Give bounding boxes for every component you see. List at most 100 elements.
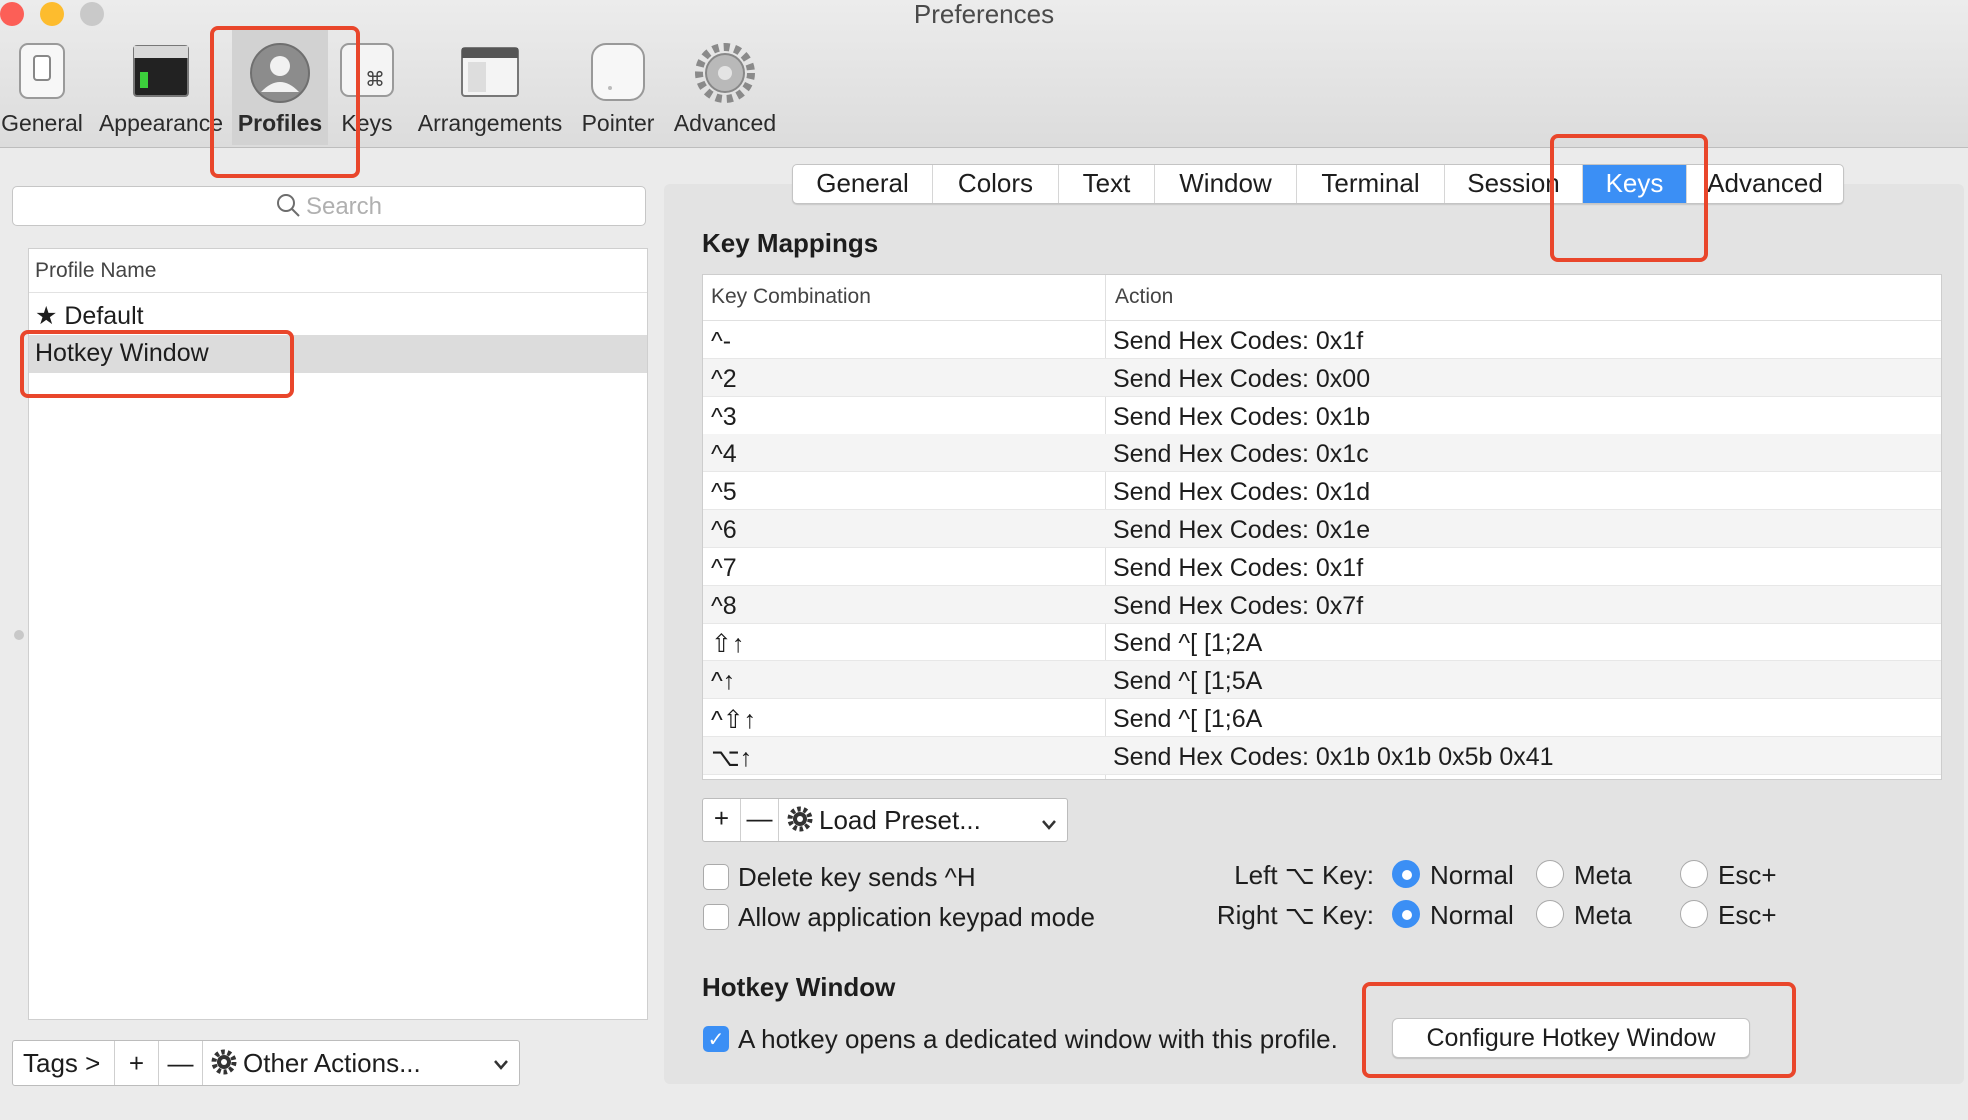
split-view-handle[interactable]: [14, 630, 24, 640]
action-cell: Send Hex Codes: 0x1b 0x1b 0x5b 0x41: [1113, 742, 1554, 771]
highlight-keys-tab: [1550, 134, 1708, 262]
key-combination-cell: ^3: [711, 402, 737, 431]
tab-advanced[interactable]: Advanced: [1687, 165, 1843, 203]
table-row[interactable]: ⇧↑ Send ^[ [1;2A: [703, 623, 1941, 662]
chevron-down-icon: [493, 1051, 509, 1082]
right-option-meta-label: Meta: [1574, 900, 1632, 930]
key-mappings-title: Key Mappings: [702, 228, 879, 258]
toolbar-arrangements[interactable]: Arrangements: [412, 30, 568, 145]
tab-window[interactable]: Window: [1155, 165, 1297, 203]
toolbar-pointer[interactable]: Pointer: [576, 30, 660, 145]
tags-button[interactable]: Tags >: [13, 1041, 115, 1085]
highlight-configure-button: [1362, 982, 1796, 1078]
table-row[interactable]: ^4 Send Hex Codes: 0x1c: [703, 434, 1941, 473]
windows-arrangement-icon: [461, 47, 519, 97]
right-option-normal-label: Normal: [1430, 900, 1514, 930]
load-preset-popup[interactable]: Load Preset...: [779, 799, 1067, 841]
col-key-combination: Key Combination: [711, 285, 871, 308]
search-input[interactable]: Search: [12, 186, 646, 226]
key-mappings-controls: + — Load Preset...: [702, 798, 1068, 842]
action-cell: Send ^[ [1;2A: [1113, 629, 1263, 658]
key-combination-cell: ^8: [711, 591, 737, 620]
toolbar-arrangements-label: Arrangements: [417, 110, 563, 136]
action-cell: Send Hex Codes: 0x1d: [1113, 478, 1371, 507]
action-cell: Send Hex Codes: 0x1e: [1113, 516, 1371, 544]
key-combination-cell: ⌥↑: [711, 743, 753, 772]
table-row[interactable]: ^8 Send Hex Codes: 0x7f: [703, 585, 1941, 624]
key-mappings-header: Key Combination Action: [703, 275, 1941, 321]
tab-general[interactable]: General: [793, 165, 933, 203]
remove-mapping-button[interactable]: —: [741, 799, 779, 841]
key-combination-cell: ^↑: [711, 667, 736, 696]
left-option-normal-radio[interactable]: [1392, 860, 1420, 888]
toolbar-appearance-label: Appearance: [98, 110, 224, 136]
col-action: Action: [1115, 285, 1174, 308]
action-cell: Send ^[ [1;5A: [1113, 667, 1263, 696]
load-preset-label: Load Preset...: [819, 805, 981, 835]
key-combination-cell: ⇧↑: [711, 630, 745, 659]
keypad-mode-label: Allow application keypad mode: [738, 902, 1095, 932]
action-cell: Send Hex Codes: 0x1f: [1113, 327, 1364, 355]
left-option-key-label: Left ⌥ Key:: [1234, 860, 1374, 890]
table-row[interactable]: ^6 Send Hex Codes: 0x1e: [703, 510, 1941, 548]
toolbar-appearance[interactable]: Appearance: [96, 30, 226, 145]
tab-text[interactable]: Text: [1059, 165, 1155, 203]
action-cell: Send Hex Codes: 0x1b: [1113, 402, 1371, 431]
chevron-down-icon: [1041, 811, 1057, 842]
svg-text:⌘: ⌘: [365, 67, 385, 91]
profile-list-header: Profile Name: [29, 249, 647, 293]
right-option-esc-label: Esc+: [1718, 900, 1777, 930]
table-row[interactable]: ^↑ Send ^[ [1;5A: [703, 661, 1941, 700]
table-row[interactable]: ^7 Send Hex Codes: 0x1f: [703, 548, 1941, 586]
table-row[interactable]: ^- Send Hex Codes: 0x1f: [703, 321, 1941, 359]
key-combination-cell: ^6: [711, 516, 737, 544]
action-cell: Send ^[ [1;6A: [1113, 705, 1263, 733]
right-option-normal-radio[interactable]: [1392, 900, 1420, 928]
table-row[interactable]: ^3 Send Hex Codes: 0x1b: [703, 397, 1941, 435]
left-option-meta-label: Meta: [1574, 860, 1632, 890]
toolbar-advanced[interactable]: Advanced: [670, 30, 780, 145]
profile-list-bottom-bar: Tags > + — Other Actions...: [12, 1040, 520, 1086]
table-row[interactable]: ^⇧↑ Send ^[ [1;6A: [703, 699, 1941, 737]
action-cell: Send Hex Codes: 0x1f: [1113, 553, 1364, 582]
window-appearance-icon: [133, 45, 189, 97]
key-combination-cell: ^⇧↑: [711, 706, 757, 734]
gear-icon: [787, 806, 813, 839]
right-option-esc-radio[interactable]: [1680, 900, 1708, 928]
add-profile-button[interactable]: +: [115, 1041, 159, 1085]
remove-profile-button[interactable]: —: [159, 1041, 203, 1085]
delete-key-label: Delete key sends ^H: [738, 862, 976, 892]
toolbar-pointer-label: Pointer: [581, 110, 655, 136]
key-combination-cell: ^2: [711, 364, 737, 393]
gear-icon: [695, 43, 755, 103]
action-cell: Send Hex Codes: 0x7f: [1113, 591, 1364, 620]
left-option-esc-label: Esc+: [1718, 860, 1777, 890]
other-actions-label: Other Actions...: [243, 1048, 421, 1078]
switch-icon: [19, 43, 65, 99]
toolbar-advanced-label: Advanced: [673, 110, 777, 136]
highlight-profiles: [210, 26, 360, 178]
keypad-mode-checkbox[interactable]: [703, 904, 729, 930]
other-actions-popup[interactable]: Other Actions...: [203, 1041, 519, 1085]
key-mappings-table: Key Combination Action ^- Send Hex Codes:…: [702, 274, 1942, 780]
right-option-meta-radio[interactable]: [1536, 900, 1564, 928]
left-option-esc-radio[interactable]: [1680, 860, 1708, 888]
window-title: Preferences: [913, 0, 1055, 29]
tab-terminal[interactable]: Terminal: [1297, 165, 1445, 203]
search-placeholder: Search: [305, 193, 383, 220]
table-row[interactable]: ^5 Send Hex Codes: 0x1d: [703, 472, 1941, 511]
left-option-normal-label: Normal: [1430, 860, 1514, 890]
action-cell: Send Hex Codes: 0x1c: [1113, 440, 1369, 469]
table-row[interactable]: ^2 Send Hex Codes: 0x00: [703, 358, 1941, 397]
left-option-meta-radio[interactable]: [1536, 860, 1564, 888]
hotkey-checkbox[interactable]: ✓: [703, 1026, 729, 1052]
delete-key-checkbox[interactable]: [703, 864, 729, 890]
table-row[interactable]: ⌥↑ Send Hex Codes: 0x1b 0x1b 0x5b 0x41: [703, 736, 1941, 775]
add-mapping-button[interactable]: +: [703, 799, 741, 841]
hotkey-checkbox-label: A hotkey opens a dedicated window with t…: [738, 1024, 1338, 1054]
search-icon: [276, 193, 300, 224]
tab-colors[interactable]: Colors: [933, 165, 1059, 203]
right-option-key-label: Right ⌥ Key:: [1216, 900, 1374, 930]
key-combination-cell: ^7: [711, 553, 737, 582]
toolbar-general[interactable]: General: [0, 30, 84, 145]
